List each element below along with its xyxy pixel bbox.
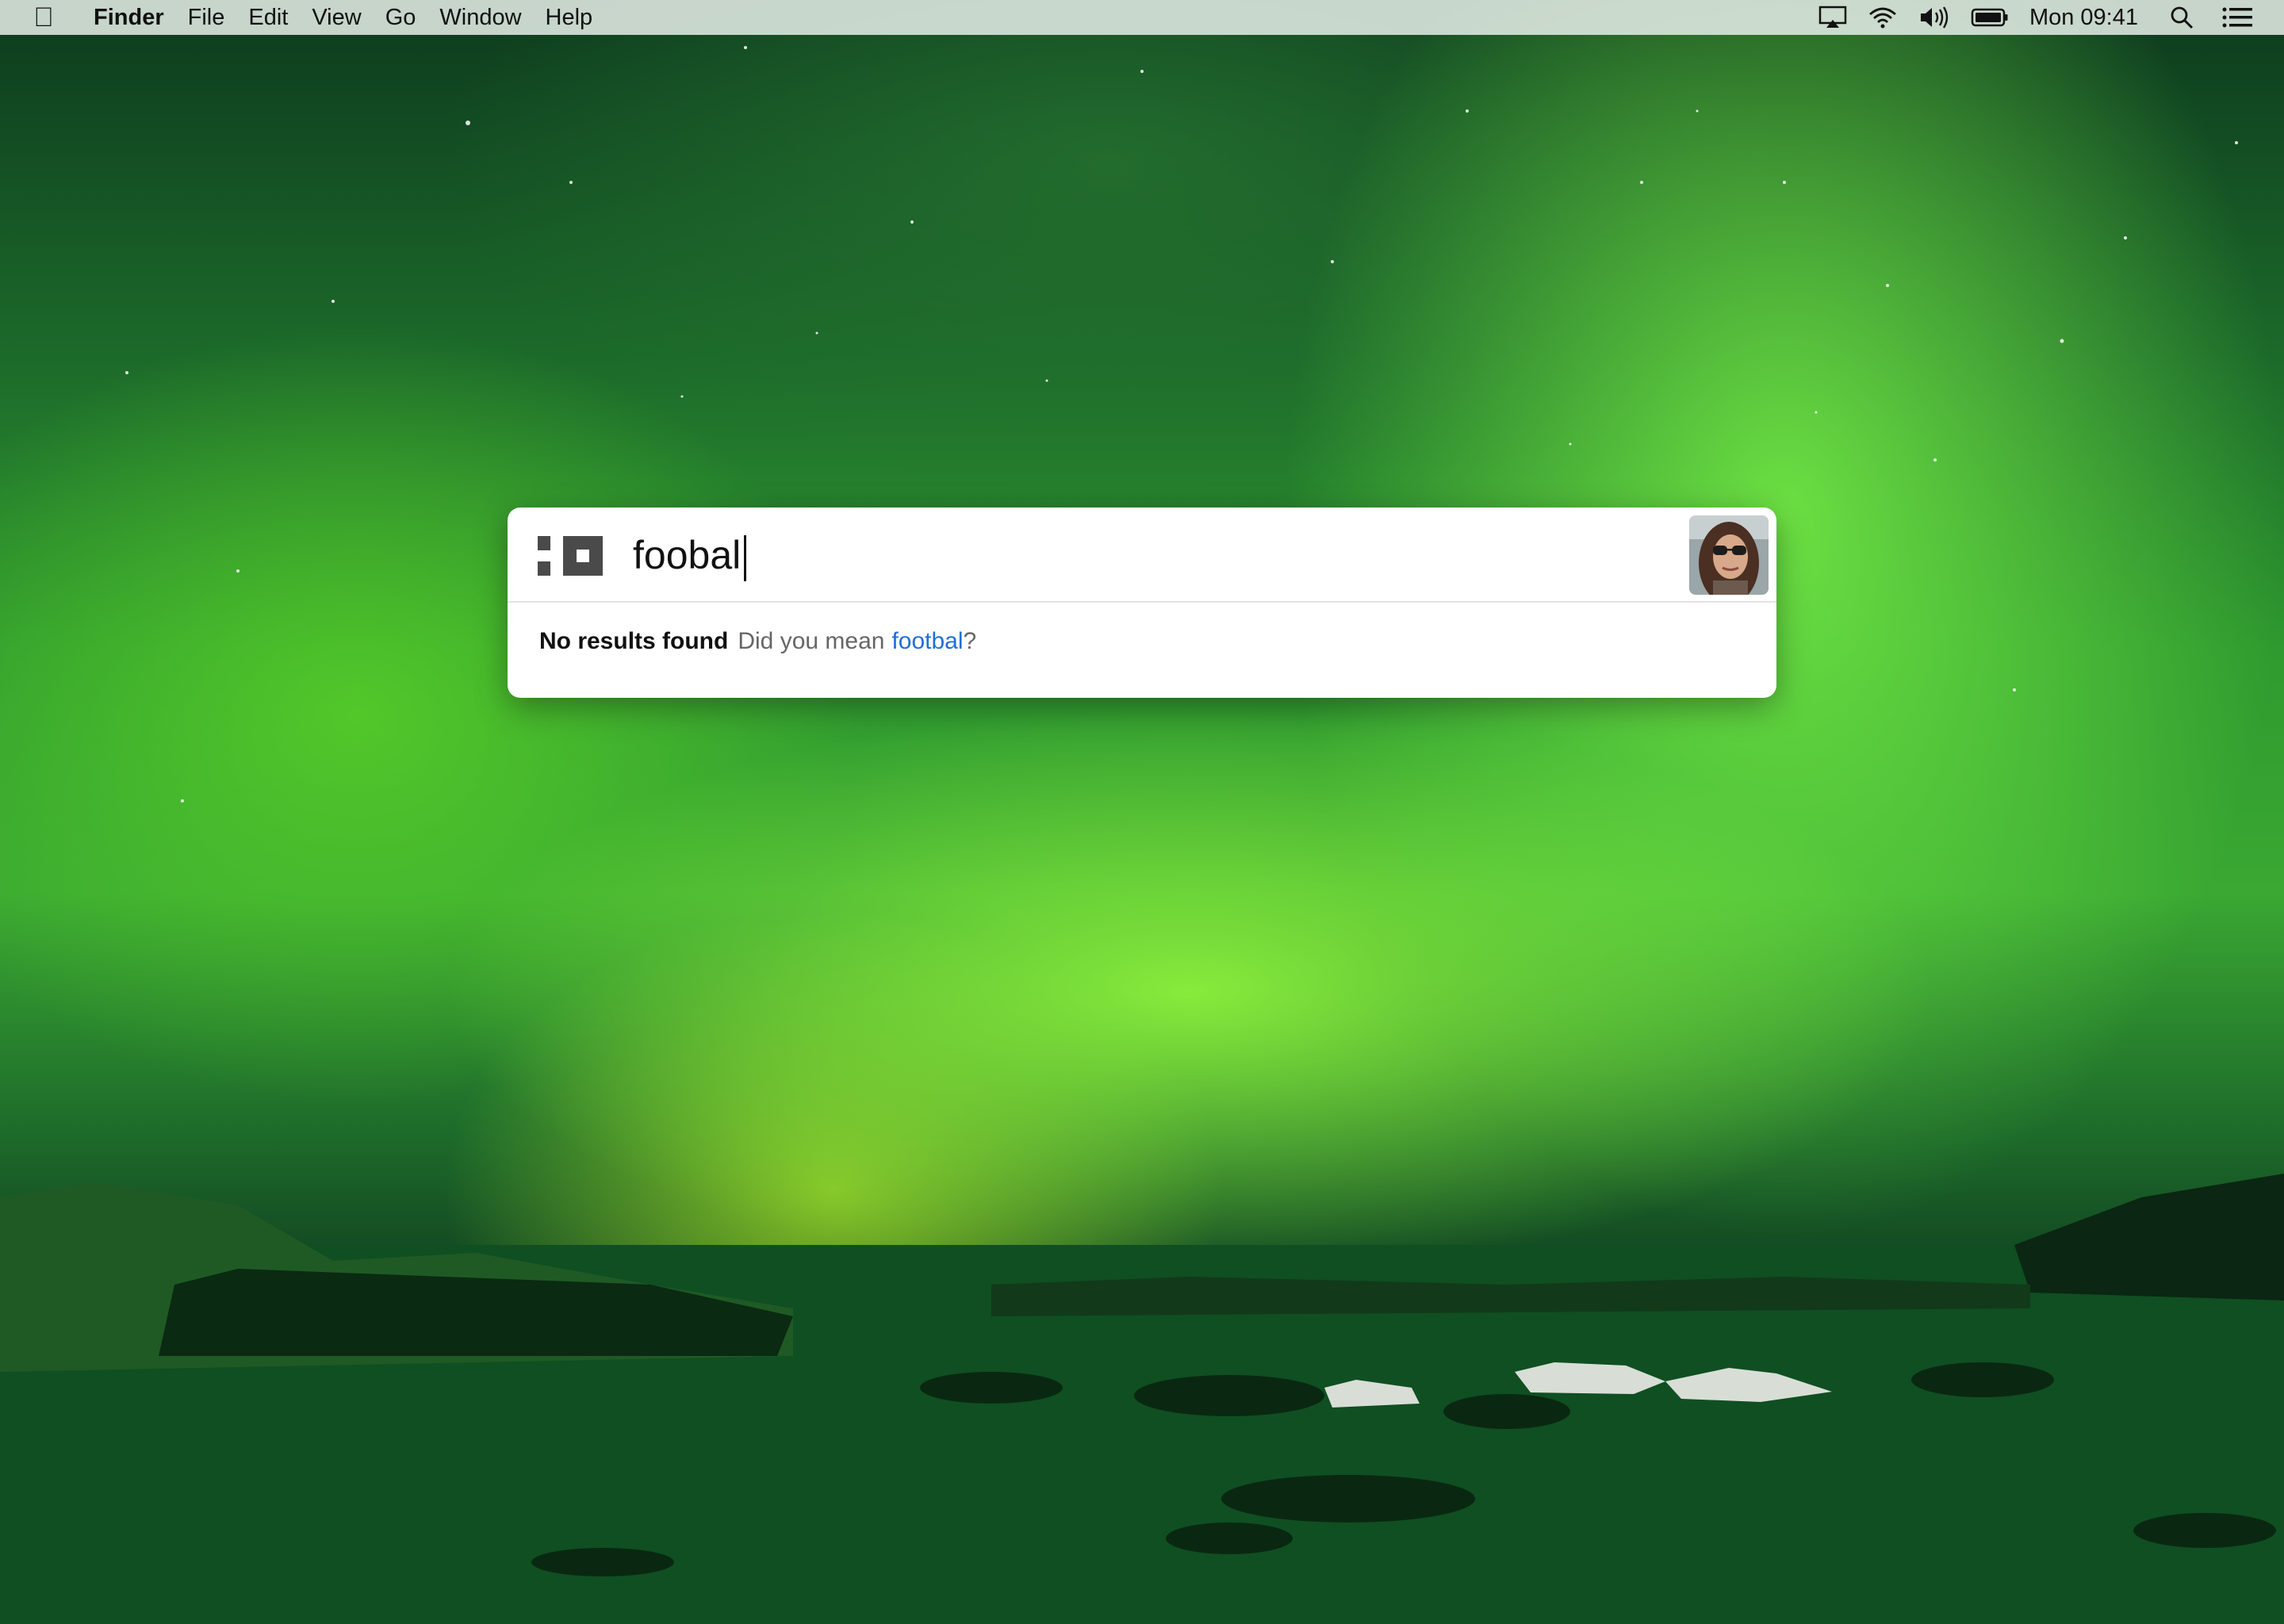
spelling-suggestion-link[interactable]: footbal: [891, 628, 963, 655]
search-input[interactable]: foobal: [633, 531, 747, 581]
apple-menu-icon[interactable]: : [32, 2, 56, 33]
menu-app-name[interactable]: Finder: [94, 5, 164, 31]
search-query-text: foobal: [633, 533, 742, 577]
menu-item-go[interactable]: Go: [385, 5, 416, 31]
search-result-message: No results found Did you mean footbal ?: [539, 628, 976, 655]
search-bar[interactable]: foobal: [508, 508, 1776, 603]
menu-item-help[interactable]: Help: [546, 5, 593, 31]
avatar[interactable]: [1689, 515, 1769, 595]
app-logo-icon: [538, 536, 603, 576]
no-results-label: No results found: [539, 628, 729, 654]
menu-clock[interactable]: Mon 09:41: [2029, 5, 2138, 31]
text-caret: [744, 534, 747, 581]
spotlight-search-icon[interactable]: [2170, 0, 2194, 35]
notification-center-icon[interactable]: [2222, 0, 2252, 35]
search-panel: foobal No results found Did you mean foo…: [508, 508, 1776, 698]
suggestion-suffix: ?: [963, 628, 977, 654]
airplay-icon[interactable]: [1818, 0, 1847, 35]
menu-item-file[interactable]: File: [188, 5, 225, 31]
menu-item-edit[interactable]: Edit: [248, 5, 288, 31]
volume-icon[interactable]: [1918, 0, 1950, 35]
menu-item-view[interactable]: View: [312, 5, 361, 31]
wallpaper-stars: [125, 46, 2238, 802]
wifi-icon[interactable]: [1868, 0, 1898, 35]
wallpaper-landscape: [0, 1174, 2284, 1624]
menu-bar:  Finder File Edit View Go Window Help M…: [0, 0, 2284, 35]
menu-item-window[interactable]: Window: [439, 5, 521, 31]
battery-icon[interactable]: [1971, 0, 2009, 35]
did-you-mean-label: Did you mean: [738, 628, 885, 654]
desktop:  Finder File Edit View Go Window Help M…: [0, 0, 2284, 1624]
